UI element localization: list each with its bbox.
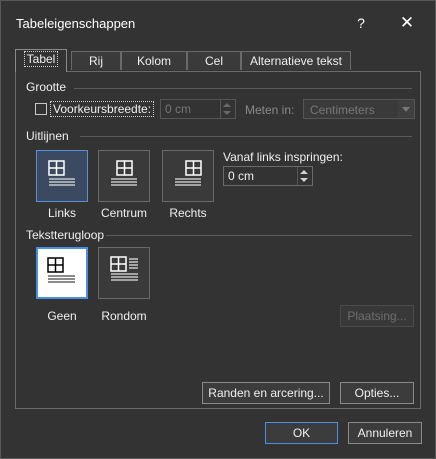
meten-in-dropdown[interactable]: Centimeters — [303, 99, 415, 119]
spin-up-icon — [223, 103, 231, 107]
tab-alternatieve-tekst[interactable]: Alternatieve tekst — [241, 51, 351, 70]
meten-in-value: Centimeters — [310, 103, 375, 117]
indent-value: 0 cm — [228, 169, 255, 183]
wrap-around-icon — [110, 256, 138, 281]
tab-tabel-label: Tabel — [23, 51, 59, 67]
indent-arrows[interactable] — [297, 167, 312, 185]
chevron-down-icon — [398, 100, 414, 118]
pref-width-spinner[interactable]: 0 cm — [160, 99, 236, 119]
placement-button[interactable]: Plaatsing... — [340, 305, 414, 327]
align-center-option[interactable] — [98, 150, 150, 202]
uitlijnen-heading: Uitlijnen — [26, 129, 69, 143]
align-right-icon — [175, 160, 202, 186]
spin-up-icon — [300, 170, 308, 174]
wrap-none-icon — [47, 257, 75, 283]
tab-tabel[interactable]: Tabel — [15, 49, 67, 72]
tab-rij[interactable]: Rij — [71, 51, 121, 70]
pref-width-value: 0 cm — [165, 102, 192, 116]
align-left-icon — [48, 160, 75, 186]
uitlijnen-divider — [80, 136, 412, 137]
wrap-none-label: Geen — [47, 309, 77, 323]
grootte-heading: Grootte — [26, 80, 67, 94]
help-button[interactable]: ? — [351, 13, 371, 33]
table-properties-dialog: Tabeleigenschappen ? ✕ Tabel Rij Kolom C… — [0, 0, 436, 459]
wrap-around-label: Rondom — [101, 309, 147, 323]
align-center-icon — [111, 160, 137, 186]
pref-width-checkbox[interactable] — [35, 103, 47, 115]
tab-kolom[interactable]: Kolom — [121, 51, 187, 70]
align-center-label: Centrum — [100, 206, 147, 220]
tekstterugloop-divider — [106, 235, 412, 236]
align-left-option[interactable] — [36, 150, 88, 202]
indent-label: Vanaf links inspringen: — [223, 150, 343, 164]
borders-shading-button[interactable]: Randen en arcering... — [202, 382, 330, 404]
pref-width-label: Voorkeursbreedte: — [50, 101, 155, 117]
close-button[interactable]: ✕ — [395, 11, 419, 35]
title-bar: Tabeleigenschappen ? ✕ — [1, 1, 435, 45]
wrap-none-option[interactable] — [36, 247, 88, 299]
cancel-button[interactable]: Annuleren — [348, 422, 422, 444]
tekstterugloop-heading: Tekstterugloop — [26, 228, 105, 242]
spin-down-icon — [300, 178, 308, 182]
tab-cel[interactable]: Cel — [187, 51, 241, 70]
pref-width-arrows[interactable] — [220, 100, 235, 118]
align-right-option[interactable] — [162, 150, 214, 202]
indent-spinner[interactable]: 0 cm — [223, 166, 313, 186]
ok-button[interactable]: OK — [265, 422, 338, 444]
tab-panel-tabel: Grootte Voorkeursbreedte: 0 cm Meten in:… — [15, 71, 421, 409]
spin-down-icon — [223, 111, 231, 115]
options-button[interactable]: Opties... — [340, 382, 414, 404]
dialog-title: Tabeleigenschappen — [16, 16, 136, 31]
align-right-label: Rechts — [169, 206, 207, 220]
align-left-label: Links — [47, 206, 76, 220]
grootte-divider — [74, 88, 412, 89]
meten-in-label: Meten in: — [245, 103, 295, 117]
wrap-around-option[interactable] — [98, 247, 150, 299]
